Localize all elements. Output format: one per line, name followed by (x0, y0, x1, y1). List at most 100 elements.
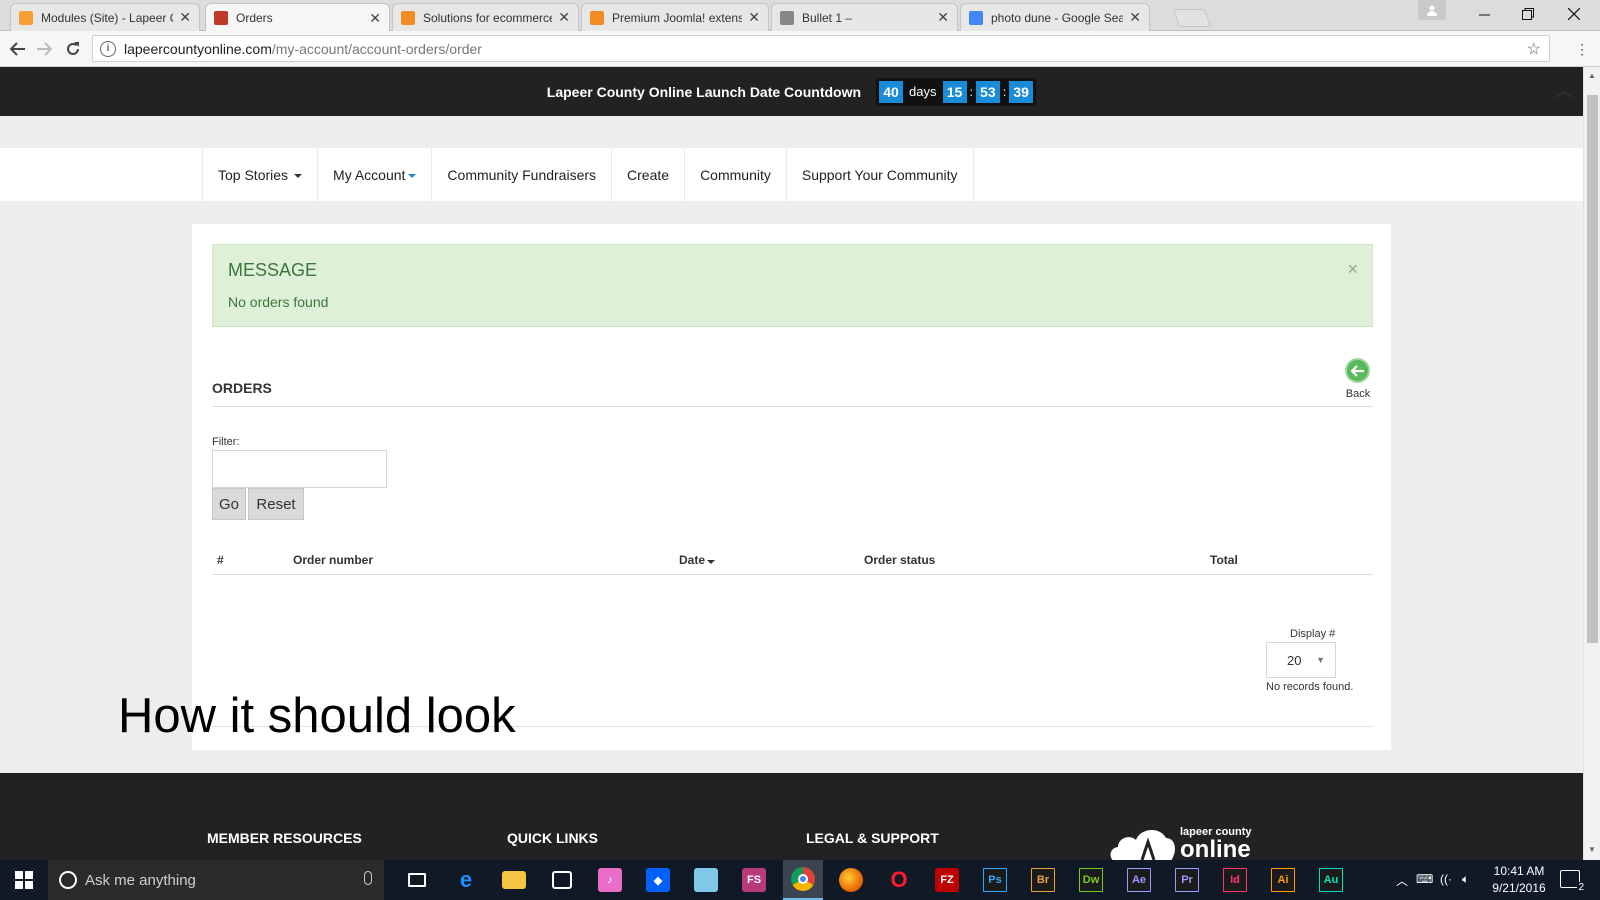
info-icon[interactable]: i (100, 40, 116, 57)
browser-tab-strip: Modules (Site) - Lapeer C ✕ Orders ✕ Solutio… (0, 0, 1600, 32)
taskbar-app-button[interactable]: Id (1215, 864, 1255, 896)
tab-close-icon[interactable]: ✕ (937, 9, 949, 26)
taskbar-app-button[interactable]: ♪ (590, 864, 630, 896)
search-placeholder: Ask me anything (85, 871, 196, 889)
windows-taskbar: Ask me anything e ♪ ◆ FS O FZ Ps Br Dw Ae Pr Id Ai Au… (0, 860, 1600, 900)
nav-item-top-stories[interactable]: Top Stories (202, 148, 319, 201)
tab-close-icon[interactable]: ✕ (748, 9, 760, 26)
tab-title: Modules (Site) - Lapeer C (41, 10, 174, 25)
column-header-date[interactable]: Date (679, 553, 716, 567)
tab-close-icon[interactable]: ✕ (1129, 9, 1141, 26)
bookmark-star-icon[interactable]: ☆ (1527, 39, 1541, 59)
firefox-icon (839, 868, 863, 892)
page-scrollbar[interactable]: ▲ ▼ (1583, 67, 1600, 860)
volume-icon[interactable]: 🔈︎ (1462, 872, 1469, 887)
back-button[interactable]: Back (1338, 358, 1378, 402)
clock-date: 9/21/2016 (1492, 881, 1546, 895)
input-method-icon[interactable]: ⌨ (1416, 872, 1433, 886)
scrollbar-thumb[interactable] (1587, 95, 1598, 643)
reload-icon[interactable] (61, 37, 85, 61)
scroll-up-arrow-icon[interactable]: ▲ (1588, 71, 1596, 80)
browser-tab[interactable]: Solutions for ecommerce ✕ (392, 3, 579, 31)
nav-item-label: Community Fundraisers (447, 166, 597, 183)
tab-close-icon[interactable]: ✕ (179, 9, 191, 26)
footer-heading-quick-links: QUICK LINKS (507, 830, 598, 846)
browser-tab[interactable]: Modules (Site) - Lapeer C ✕ (10, 3, 200, 31)
page-icon (780, 10, 794, 25)
minimize-window-icon[interactable] (1462, 0, 1506, 28)
taskbar-app-button[interactable] (686, 864, 726, 896)
table-divider (212, 574, 1373, 575)
browser-tab[interactable]: Bullet 1 – ✕ (771, 3, 958, 31)
nav-item-create[interactable]: Create (612, 148, 686, 201)
taskbar-app-button[interactable]: FS (734, 864, 774, 896)
taskbar-app-button[interactable]: Ai (1263, 864, 1303, 896)
nav-item-my-account[interactable]: My Account (318, 148, 433, 201)
new-tab-button[interactable] (1172, 9, 1212, 27)
taskbar-app-button[interactable]: ◆ (638, 864, 678, 896)
google-icon (969, 10, 983, 25)
taskbar-app-button[interactable]: Br (1023, 864, 1063, 896)
nav-item-community[interactable]: Community (685, 148, 787, 201)
taskbar-app-button[interactable]: Dw (1071, 864, 1111, 896)
microphone-icon[interactable] (364, 871, 372, 885)
taskbar-clock[interactable]: 10:41 AM 9/21/2016 (1484, 863, 1554, 897)
wifi-icon[interactable]: ((· (1440, 872, 1452, 886)
browser-tab[interactable]: Premium Joomla! extensi ✕ (581, 3, 769, 31)
restore-window-icon[interactable] (1506, 0, 1550, 28)
go-button[interactable]: Go (212, 488, 246, 520)
taskbar-app-button[interactable]: Ae (1119, 864, 1159, 896)
nav-item-label: Top Stories (218, 166, 289, 183)
taskbar-app-button[interactable]: FZ (927, 864, 967, 896)
cortana-search-box[interactable]: Ask me anything (48, 860, 384, 900)
profile-icon[interactable] (1418, 0, 1446, 20)
filter-label: Filter: (212, 436, 240, 448)
scroll-down-arrow-icon[interactable]: ▼ (1588, 845, 1596, 854)
photoshop-icon: Ps (983, 868, 1007, 892)
column-header-total[interactable]: Total (1210, 553, 1238, 567)
collapse-chevron-icon[interactable]: ︿ (1555, 77, 1573, 103)
tab-close-icon[interactable]: ✕ (369, 10, 381, 27)
menu-dots-icon[interactable]: ⋮ (1570, 37, 1594, 61)
main-nav: Top Stories My Account Community Fundraise… (0, 148, 1583, 201)
annotation-overlay-text: How it should look (118, 689, 516, 743)
dreamweaver-icon: Dw (1079, 868, 1103, 892)
tab-title: Premium Joomla! extensi (612, 10, 743, 25)
message-close-icon[interactable]: × (1347, 259, 1358, 280)
taskbar-app-button[interactable]: Pr (1167, 864, 1207, 896)
back-arrow-icon[interactable] (6, 37, 30, 61)
tab-close-icon[interactable]: ✕ (558, 9, 570, 26)
column-header-date-label[interactable]: Date (679, 553, 705, 567)
countdown-bar: Lapeer County Online Launch Date Countdo… (0, 67, 1583, 116)
site-favicon (214, 11, 228, 25)
taskbar-app-button[interactable] (783, 860, 823, 900)
show-hidden-icons-chevron-icon[interactable]: ︿ (1396, 872, 1408, 889)
premiere-icon: Pr (1175, 868, 1199, 892)
footer-heading-member-resources: MEMBER RESOURCES (207, 830, 362, 846)
reset-button[interactable]: Reset (248, 488, 304, 520)
filter-input[interactable] (212, 450, 387, 488)
browser-tab[interactable]: Orders ✕ (205, 3, 390, 32)
taskbar-app-button[interactable]: Au (1311, 864, 1351, 896)
taskbar-app-button[interactable]: O (879, 864, 919, 896)
column-header-order-status[interactable]: Order status (864, 553, 935, 567)
taskbar-app-button[interactable] (494, 864, 534, 896)
taskbar-app-button[interactable]: e (446, 864, 486, 896)
display-count-select[interactable]: 20 ▼ (1266, 642, 1336, 678)
message-heading: MESSAGE (228, 260, 318, 280)
address-bar[interactable]: i lapeercountyonline.com/my-account/acco… (92, 35, 1550, 62)
nav-item-community-fundraisers[interactable]: Community Fundraisers (432, 148, 613, 201)
taskbar-app-button[interactable]: Ps (975, 864, 1015, 896)
close-window-icon[interactable] (1552, 0, 1596, 28)
site-logo[interactable]: lapeer county online (1108, 818, 1258, 863)
back-arrow-icon[interactable] (1345, 358, 1370, 383)
taskbar-app-button[interactable] (397, 864, 437, 896)
nav-item-support-your-community[interactable]: Support Your Community (787, 148, 974, 201)
taskbar-app-button[interactable] (831, 864, 871, 896)
column-header-order-number[interactable]: Order number (293, 553, 373, 567)
taskbar-app-button[interactable] (542, 864, 582, 896)
forward-arrow-icon[interactable] (32, 37, 56, 61)
windows-start-icon[interactable] (0, 860, 48, 900)
browser-tab[interactable]: photo dune - Google Sea ✕ (960, 3, 1150, 31)
action-center-icon[interactable]: 2 (1560, 870, 1585, 893)
